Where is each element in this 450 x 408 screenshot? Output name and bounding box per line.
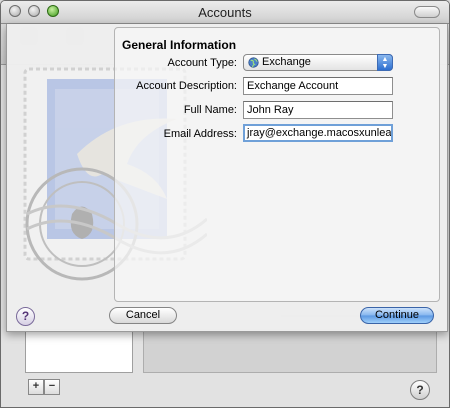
remove-account-button[interactable]: −: [44, 379, 60, 395]
account-detail-panel: [143, 329, 437, 373]
section-title: General Information: [122, 38, 237, 52]
toolbar-toggle-button[interactable]: [414, 6, 440, 18]
window-title: Accounts: [198, 5, 252, 20]
add-account-button[interactable]: +: [28, 379, 44, 395]
accounts-window: Accounts ▬▬▬▬ ▬▬▬▬▬ ▬▬▬▬▬ ▬▬▬▬▬▬▬▬▬▬ ▬▬▬…: [0, 0, 450, 408]
account-type-label: Account Type:: [167, 57, 237, 69]
help-button[interactable]: ?: [410, 380, 430, 400]
sheet-help-button[interactable]: ?: [16, 307, 35, 326]
email-address-label: Email Address:: [163, 128, 237, 140]
account-type-popup[interactable]: Exchange ▲ ▼: [243, 54, 393, 71]
account-description-field[interactable]: Exchange Account: [243, 77, 393, 95]
accounts-list[interactable]: [25, 329, 133, 373]
continue-button[interactable]: Continue: [360, 307, 434, 324]
popup-arrows-icon: ▲ ▼: [377, 54, 393, 71]
email-address-field[interactable]: jray@exchange.macosxunleasl: [243, 124, 393, 142]
account-description-label: Account Description:: [136, 80, 237, 92]
account-type-value: Exchange: [262, 56, 311, 68]
title-bar[interactable]: Accounts: [1, 1, 449, 24]
new-account-sheet: General Information Account Type: Exchan…: [6, 24, 448, 332]
full-name-label: Full Name:: [183, 104, 237, 116]
globe-icon: [248, 57, 259, 68]
full-name-field[interactable]: John Ray: [243, 101, 393, 119]
cancel-button[interactable]: Cancel: [109, 307, 177, 324]
